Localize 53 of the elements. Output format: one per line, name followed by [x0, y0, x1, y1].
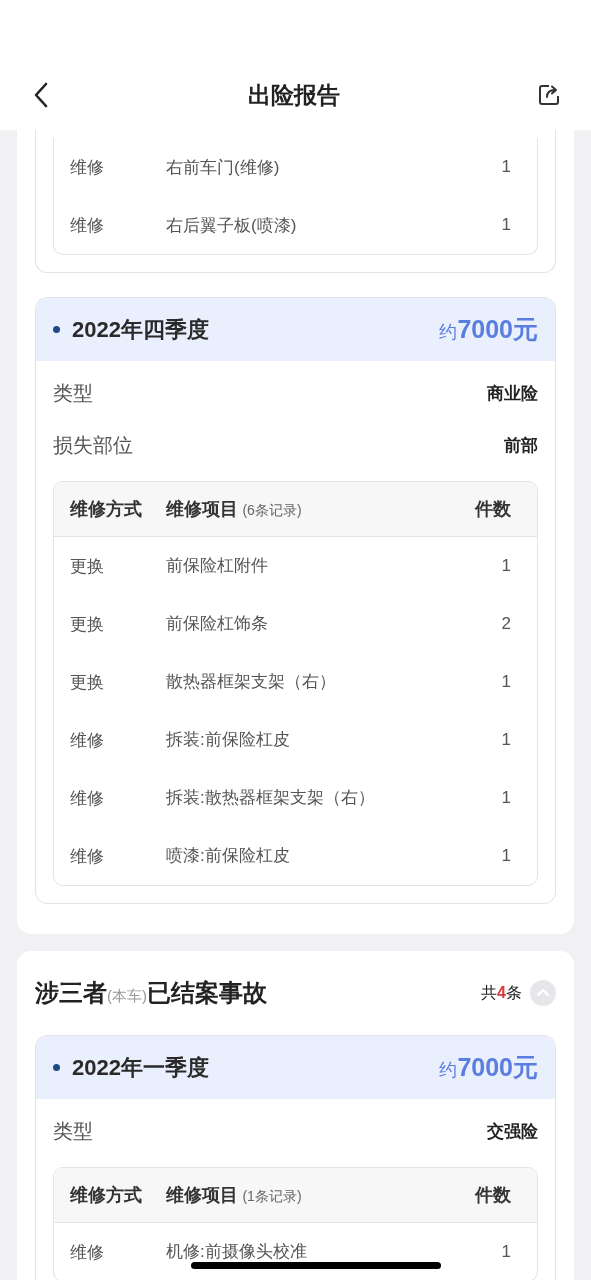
repair-method: 更换: [70, 613, 105, 636]
repair-method: 维修: [70, 214, 105, 237]
repair-item: 前保险杠饰条: [166, 615, 268, 632]
repair-item: 拆装:散热器框架支架（右）: [166, 789, 375, 806]
repair-item: 拆装:前保险杠皮: [166, 731, 290, 748]
amount: 约7000元: [439, 314, 538, 345]
section-title: 涉三者(本车)已结案事故: [35, 978, 267, 1008]
repair-count: 1: [500, 157, 511, 177]
repair-count: 1: [500, 1242, 511, 1262]
repair-count: 1: [500, 215, 511, 235]
bullet-icon: [53, 1064, 60, 1071]
repair-count: 1: [500, 788, 511, 808]
repair-method: 维修: [70, 729, 105, 752]
repair-method: 维修: [70, 1241, 105, 1264]
period: 2022年一季度: [72, 1053, 209, 1082]
field-label: 损失部位: [53, 432, 133, 458]
column-header: 维修项目: [166, 1185, 238, 1205]
repair-count: 1: [500, 672, 511, 692]
period: 2022年四季度: [72, 315, 209, 344]
field-value: 交强险: [487, 1120, 538, 1143]
bullet-icon: [53, 326, 60, 333]
field-label: 类型: [53, 1118, 93, 1144]
repair-count: 1: [500, 730, 511, 750]
column-header: 件数: [473, 498, 511, 521]
back-icon[interactable]: [33, 82, 49, 108]
repair-item: 散热器框架支架（右）: [166, 673, 336, 690]
repair-item: 右前车门(维修): [166, 156, 281, 179]
repair-count: 2: [500, 614, 511, 634]
collapse-toggle-icon[interactable]: [530, 980, 556, 1006]
repair-method: 更换: [70, 671, 105, 694]
repair-method: 维修: [70, 787, 105, 810]
record-count: 共4条: [481, 982, 522, 1003]
share-icon[interactable]: [538, 84, 560, 106]
field-label: 类型: [53, 380, 93, 406]
repair-count: 1: [500, 846, 511, 866]
page-title: 出险报告: [247, 80, 340, 110]
column-header: 维修项目: [166, 499, 238, 519]
repair-method: 维修: [70, 845, 105, 868]
column-header: 件数: [473, 1184, 511, 1207]
repair-method: 更换: [70, 555, 105, 578]
field-value: 商业险: [487, 382, 538, 405]
repair-method: 维修: [70, 156, 105, 179]
column-header: 维修方式: [70, 1184, 143, 1207]
repair-item: 右后翼子板(喷漆): [166, 214, 298, 237]
record-note: (6条记录): [242, 502, 302, 518]
field-value: 前部: [504, 434, 538, 457]
repair-item: 机修:前摄像头校准: [166, 1243, 307, 1260]
repair-item: 前保险杠附件: [166, 557, 268, 574]
record-note: (1条记录): [242, 1188, 302, 1204]
amount: 约7000元: [439, 1052, 538, 1083]
repair-count: 1: [500, 556, 511, 576]
repair-item: 喷漆:前保险杠皮: [166, 847, 290, 864]
column-header: 维修方式: [70, 498, 143, 521]
